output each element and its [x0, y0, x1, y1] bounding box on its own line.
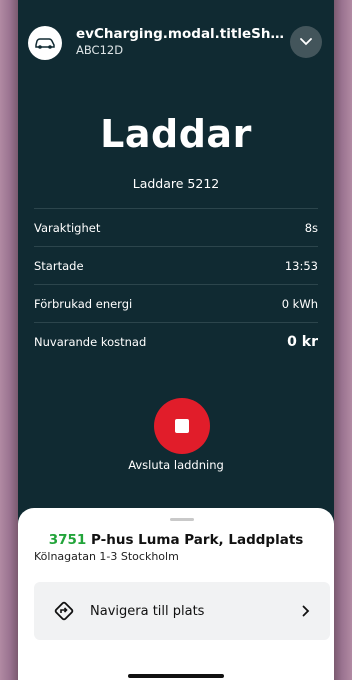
- row-started: Startade 13:53: [34, 246, 318, 284]
- home-indicator: [128, 674, 224, 678]
- row-value: 13:53: [284, 258, 318, 273]
- navigate-label: Navigera till plats: [90, 603, 205, 619]
- location-sheet: 3751 P-hus Luma Park, Laddplats Kölnagat…: [18, 508, 334, 680]
- location-address: Kölnagatan 1-3 Stockholm: [34, 550, 179, 563]
- row-label: Nuvarande kostnad: [34, 334, 147, 349]
- sheet-handle[interactable]: [170, 518, 194, 521]
- charger-id: Laddare 5212: [132, 176, 220, 191]
- directions-icon: [52, 599, 76, 623]
- header-text: evCharging.modal.titleShe... ABC12D: [76, 26, 286, 57]
- chevron-down-icon: [300, 38, 312, 46]
- row-value: 0 kr: [287, 333, 318, 350]
- row-label: Förbrukad energi: [34, 296, 133, 311]
- license-plate: ABC12D: [76, 43, 124, 57]
- charging-status: Laddar: [100, 112, 252, 156]
- row-energy: Förbrukad energi 0 kWh: [34, 284, 318, 322]
- session-details: Varaktighet 8s Startade 13:53 Förbrukad …: [34, 208, 318, 360]
- stop-charging-button[interactable]: [154, 398, 210, 454]
- location-title: 3751 P-hus Luma Park, Laddplats: [18, 532, 334, 548]
- chevron-right-icon: [302, 605, 310, 617]
- row-value: 0 kWh: [281, 296, 318, 311]
- modal-title: evCharging.modal.titleShe...: [76, 26, 286, 42]
- row-duration: Varaktighet 8s: [34, 208, 318, 246]
- car-icon: [28, 26, 62, 60]
- row-cost: Nuvarande kostnad 0 kr: [34, 322, 318, 360]
- collapse-button[interactable]: [290, 26, 322, 58]
- row-value: 8s: [304, 220, 318, 235]
- location-number: 3751: [48, 532, 87, 548]
- stop-charging-label: Avsluta laddning: [128, 458, 224, 472]
- ev-charging-modal: evCharging.modal.titleShe... ABC12D Ladd…: [18, 0, 334, 680]
- location-name: P-hus Luma Park, Laddplats: [90, 532, 304, 548]
- navigate-button[interactable]: Navigera till plats: [34, 582, 330, 640]
- row-label: Startade: [34, 258, 84, 273]
- stop-icon: [175, 419, 189, 433]
- row-label: Varaktighet: [34, 220, 101, 235]
- modal-header: evCharging.modal.titleShe... ABC12D: [28, 24, 324, 64]
